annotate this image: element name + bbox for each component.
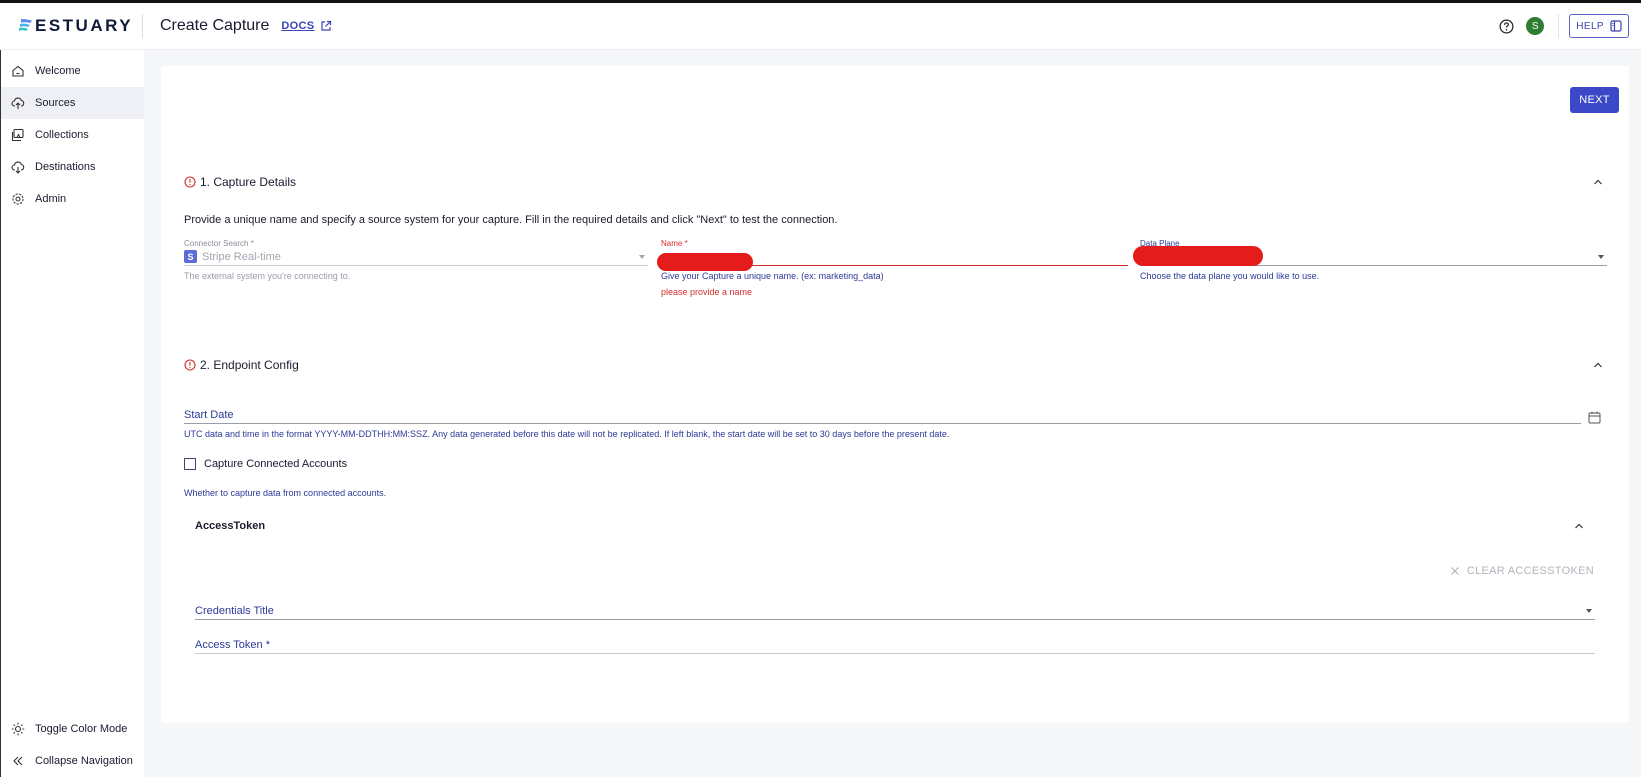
next-button[interactable]: NEXT	[1570, 87, 1619, 113]
app-header: ESTUARY Create Capture DOCS S HELP	[0, 3, 1641, 50]
start-date-input[interactable]: Start Date	[184, 406, 1581, 424]
sidebar-item-label: Welcome	[35, 65, 81, 77]
chevron-up-icon[interactable]	[1573, 520, 1585, 532]
create-capture-card: NEXT 1. Capture Details Provide a unique…	[161, 66, 1629, 723]
connector-search-label: Connector Search *	[184, 239, 254, 248]
capture-details-description: Provide a unique name and specify a sour…	[184, 214, 838, 226]
capture-details-header[interactable]: 1. Capture Details	[184, 175, 1604, 189]
sidebar-bottom-label: Collapse Navigation	[35, 755, 133, 767]
name-error: please provide a name	[661, 287, 753, 297]
access-token-label: Access Token *	[195, 638, 271, 651]
collapse-navigation-button[interactable]: Collapse Navigation	[1, 745, 145, 777]
sidebar-item-label: Sources	[35, 97, 76, 109]
help-button[interactable]: HELP	[1569, 14, 1629, 38]
capture-details-title: 1. Capture Details	[200, 175, 297, 189]
start-date-helper: UTC data and time in the format YYYY-MM-…	[184, 429, 950, 439]
estuary-logo-text: ESTUARY	[35, 16, 134, 35]
access-token-input[interactable]: Access Token *	[195, 636, 1595, 654]
connector-search-helper: The external system you're connecting to…	[184, 271, 351, 281]
access-token-header[interactable]: AccessToken	[195, 520, 1585, 532]
capture-connected-accounts-checkbox[interactable]	[184, 458, 196, 470]
estuary-logo-icon	[19, 19, 32, 31]
endpoint-config-header[interactable]: 2. Endpoint Config	[184, 358, 1604, 372]
user-avatar[interactable]: S	[1526, 17, 1545, 35]
sidebar-item-destinations[interactable]: Destinations	[1, 151, 144, 183]
name-helper: Give your Capture a unique name. (ex: ma…	[661, 271, 884, 281]
sun-icon	[11, 722, 25, 736]
docs-link[interactable]: DOCS	[281, 20, 314, 32]
sidebar: Welcome Sources Collections Destinations…	[0, 50, 144, 777]
sidebar-item-admin[interactable]: Admin	[1, 183, 144, 215]
dropdown-caret-icon[interactable]	[639, 254, 645, 259]
chevron-up-icon[interactable]	[1592, 359, 1604, 371]
external-link-icon[interactable]	[320, 20, 332, 32]
sidebar-item-welcome[interactable]: Welcome	[1, 55, 144, 87]
redaction-mark	[657, 253, 753, 271]
start-date-field[interactable]: Start Date UTC data and time in the form…	[184, 406, 1581, 439]
credentials-title-select[interactable]: Credentials Title	[195, 602, 1595, 620]
error-circle-icon	[184, 176, 196, 188]
help-button-label: HELP	[1576, 20, 1604, 32]
credentials-title-field[interactable]: Credentials Title	[195, 602, 1595, 620]
access-token-field[interactable]: Access Token *	[195, 636, 1595, 654]
stripe-logo-icon: S	[184, 250, 197, 263]
clear-access-token-button[interactable]: CLEAR ACCESSTOKEN	[1450, 565, 1594, 577]
error-circle-icon	[184, 359, 196, 371]
page-title: Create Capture	[160, 17, 270, 34]
sidebar-item-label: Destinations	[35, 161, 96, 173]
sidebar-bottom-label: Toggle Color Mode	[35, 723, 128, 735]
header-right-controls: S HELP	[1499, 14, 1629, 38]
start-date-label: Start Date	[184, 408, 234, 421]
connector-search-value: Stripe Real-time	[202, 250, 281, 263]
capture-connected-accounts-label: Capture Connected Accounts	[204, 458, 348, 470]
redaction-mark	[1133, 246, 1263, 266]
credentials-title-label: Credentials Title	[195, 604, 274, 617]
collections-icon	[11, 128, 24, 142]
gear-icon	[12, 193, 24, 205]
name-label: Name *	[661, 239, 688, 248]
clear-access-token-label: CLEAR ACCESSTOKEN	[1466, 565, 1594, 577]
dropdown-caret-icon[interactable]	[1586, 608, 1592, 613]
sidebar-bottom: Toggle Color Mode Collapse Navigation	[1, 713, 145, 777]
cloud-upload-icon	[11, 97, 25, 109]
close-icon	[1450, 567, 1459, 575]
double-chevron-left-icon	[13, 756, 23, 766]
chevron-up-icon[interactable]	[1592, 176, 1604, 188]
data-plane-helper: Choose the data plane you would like to …	[1140, 271, 1320, 281]
dropdown-caret-icon[interactable]	[1598, 254, 1604, 259]
connector-search-input[interactable]: S Stripe Real-time	[184, 248, 648, 266]
endpoint-config-title: 2. Endpoint Config	[200, 358, 299, 372]
side-panel-icon	[1610, 20, 1622, 32]
sidebar-item-sources[interactable]: Sources	[1, 87, 144, 119]
sidebar-item-label: Admin	[35, 193, 67, 205]
calendar-icon[interactable]	[1588, 411, 1601, 424]
estuary-logo[interactable]: ESTUARY	[17, 16, 142, 36]
home-icon	[12, 65, 24, 77]
sidebar-nav: Welcome Sources Collections Destinations…	[1, 55, 144, 215]
sidebar-item-label: Collections	[35, 129, 89, 141]
cloud-download-icon	[11, 161, 25, 174]
connector-search-field[interactable]: Connector Search * S Stripe Real-time Th…	[184, 239, 648, 281]
sidebar-item-collections[interactable]: Collections	[1, 119, 144, 151]
access-token-title: AccessToken	[195, 520, 266, 532]
header-divider-right	[1558, 14, 1560, 38]
capture-connected-accounts-row[interactable]: Capture Connected Accounts	[184, 458, 347, 470]
header-divider	[142, 14, 143, 38]
toggle-color-mode-button[interactable]: Toggle Color Mode	[1, 713, 145, 745]
help-circle-icon[interactable]	[1499, 19, 1514, 34]
capture-connected-accounts-helper: Whether to capture data from connected a…	[184, 488, 387, 498]
